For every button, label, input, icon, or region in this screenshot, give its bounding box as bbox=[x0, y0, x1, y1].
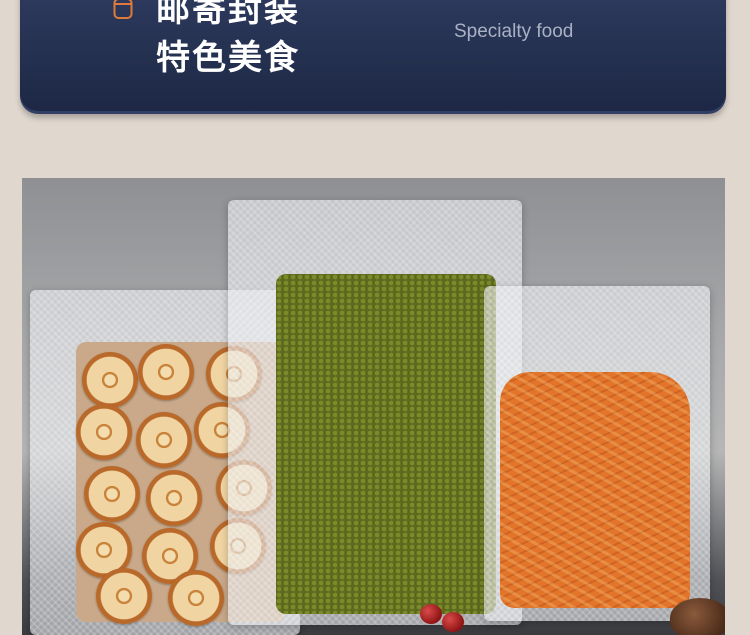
banner-subtitle: Specialty food bbox=[454, 21, 574, 42]
mung-beans-bag bbox=[228, 200, 522, 625]
mushroom bbox=[670, 598, 725, 635]
red-date bbox=[442, 612, 464, 632]
banner-header: 邮寄封装 特色美食 Specialty food bbox=[20, 0, 726, 114]
banner-title-line2: 特色美食 bbox=[156, 38, 300, 78]
chili-powder bbox=[500, 372, 690, 608]
chili-powder-bag bbox=[484, 286, 710, 621]
red-date bbox=[420, 604, 442, 624]
mung-beans bbox=[276, 274, 496, 614]
cylinder-icon bbox=[113, 0, 133, 19]
banner-title-line1: 邮寄封装 bbox=[156, 0, 300, 30]
product-photo bbox=[22, 178, 725, 635]
